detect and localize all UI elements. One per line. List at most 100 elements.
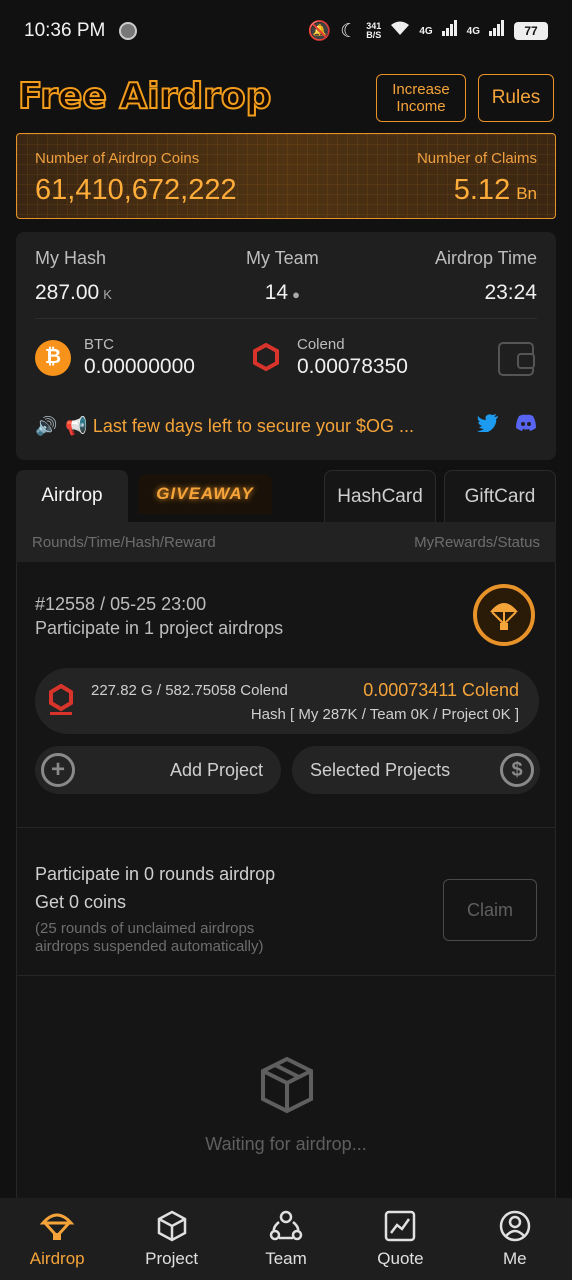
speaker-icon: 🔊 (35, 415, 58, 436)
btc-amount: 0.00000000 (84, 355, 195, 378)
claims-number: 5.12 (453, 174, 511, 206)
project-airdrop-item[interactable]: 227.82 G / 582.75058 Colend 0.00073411 C… (35, 668, 539, 734)
nav-team-label: Team (265, 1249, 307, 1268)
my-team-label: My Team (246, 248, 319, 268)
claim-coins-text: Get 0 coins (35, 892, 127, 912)
rules-button[interactable]: Rules (478, 74, 554, 122)
nav-quote[interactable]: Quote (343, 1198, 457, 1280)
selected-projects-label: Selected Projects (310, 759, 451, 780)
waiting-text: Waiting for airdrop... (205, 1134, 367, 1154)
status-time: 10:36 PM (24, 20, 106, 41)
add-project-button[interactable]: + Add Project (35, 746, 281, 794)
team-icon (269, 1210, 303, 1241)
tab-giveaway[interactable]: GIVEAWAY (138, 474, 272, 514)
coins-value: 61,410,672,222 (35, 174, 237, 206)
colend-name: Colend (297, 336, 345, 353)
profile-icon (499, 1210, 531, 1242)
logo: Free Airdrop (17, 75, 272, 118)
list-header: Rounds/Time/Hash/Reward MyRewards/Status (16, 522, 556, 562)
project-reward: 0.00073411 Colend (363, 680, 519, 700)
airdrop-time-label: Airdrop Time (434, 248, 537, 268)
tab-airdrop[interactable]: Airdrop (16, 470, 128, 522)
nav-airdrop[interactable]: Airdrop (0, 1198, 114, 1280)
my-hash-stat[interactable]: My Hash 287.00 K (35, 248, 112, 305)
btc-name: BTC (84, 336, 114, 353)
colend-balance[interactable]: Colend 0.00078350 (248, 336, 408, 379)
round-participate: Participate in 1 project airdrops (35, 618, 284, 638)
tab-giftcard[interactable]: GiftCard (444, 470, 556, 522)
battery-icon: 77 (514, 22, 548, 40)
add-project-label: Add Project (169, 759, 263, 780)
airdrop-coins-panel: Number of Airdrop Coins Number of Claims… (16, 133, 556, 219)
social-links (477, 414, 537, 438)
colend-logo-icon (248, 340, 284, 376)
my-hash-number: 287.00 (35, 281, 100, 304)
cube-icon (157, 1210, 186, 1242)
increase-income-button[interactable]: Increase Income (376, 74, 466, 122)
bitcoin-icon: ₿ (35, 339, 71, 376)
project-amount: 227.82 G / 582.75058 Colend (91, 682, 288, 699)
announcement-text: 📢 Last few days left to secure your $OG … (65, 415, 414, 436)
moon-icon: ☾ (340, 20, 358, 42)
nav-project[interactable]: Project (114, 1198, 228, 1280)
signal-1: 4G (419, 25, 433, 37)
signal-bars-icon (489, 20, 505, 42)
waiting-area: Waiting for airdrop... (16, 976, 556, 1198)
list-header-right: MyRewards/Status (414, 533, 540, 551)
app-header: Free Airdrop Increase Income Rules (16, 66, 556, 130)
airdrop-time-stat: Airdrop Time 23:24 (435, 248, 537, 305)
my-team-number: 14 (264, 281, 289, 304)
claim-rounds-text: Participate in 0 rounds airdrop (35, 864, 276, 884)
list-header-left: Rounds/Time/Hash/Reward (32, 533, 216, 551)
speed-unit: B/S (366, 30, 382, 40)
my-hash-value: 287.00 K (35, 281, 112, 305)
person-icon: ● (292, 287, 300, 302)
bottom-nav: Airdrop Project Team Quote Me (0, 1198, 572, 1280)
nav-me-label: Me (503, 1249, 527, 1268)
claims-label: Number of Claims (416, 150, 537, 167)
tab-bar: Airdrop GIVEAWAY HashCard GiftCard (16, 470, 556, 522)
parachute-icon (40, 1213, 75, 1240)
selected-projects-button[interactable]: Selected Projects $ (292, 746, 540, 794)
logo-text: Free Airdrop (17, 75, 272, 118)
airdrop-parachute-icon (473, 584, 535, 646)
claim-card: Participate in 0 rounds airdrop Get 0 co… (16, 828, 556, 976)
announcement-bar[interactable]: 🔊 📢 Last few days left to secure your $O… (35, 414, 537, 438)
my-team-stat[interactable]: My Team 14 ● (246, 248, 319, 305)
colend-logo-icon (47, 683, 75, 718)
claim-button[interactable]: Claim (443, 879, 537, 941)
mute-bell-icon: 🔕 (307, 21, 332, 42)
signal-bars-icon (441, 20, 458, 42)
twitter-icon[interactable] (477, 414, 499, 438)
claims-value: 5.12 Bn (454, 174, 537, 207)
network-speed: 341 B/S (366, 22, 381, 40)
wifi-icon (390, 20, 410, 42)
claims-unit: Bn (516, 184, 537, 203)
dollar-circle-icon: $ (500, 753, 534, 787)
nav-quote-label: Quote (377, 1249, 424, 1268)
box-icon (259, 1056, 315, 1114)
notification-avatar-icon (119, 22, 138, 40)
discord-icon[interactable] (515, 414, 537, 438)
nav-team[interactable]: Team (229, 1198, 343, 1280)
status-icons: 🔕 ☾ 341 B/S 4G 4G 77 (308, 19, 548, 43)
chart-icon (385, 1210, 416, 1242)
divider (35, 318, 537, 319)
coins-label: Number of Airdrop Coins (35, 150, 200, 167)
nav-me[interactable]: Me (458, 1198, 572, 1280)
airdrop-time-value: 23:24 (484, 281, 537, 304)
wallet-icon[interactable] (498, 342, 535, 376)
nav-airdrop-label: Airdrop (29, 1249, 85, 1268)
plus-circle-icon: + (41, 753, 75, 787)
btc-balance[interactable]: ₿ BTC 0.00000000 (35, 336, 195, 379)
claim-note: (25 rounds of unclaimed airdrops airdrop… (35, 920, 264, 955)
my-hash-unit: K (103, 287, 112, 302)
nav-project-label: Project (145, 1249, 199, 1268)
my-team-value: 14 ● (246, 281, 319, 305)
my-hash-label: My Hash (35, 248, 107, 268)
colend-amount: 0.00078350 (297, 355, 408, 378)
status-bar: 10:36 PM 🔕 ☾ 341 B/S 4G 4G 77 (0, 0, 572, 62)
stats-card: My Hash 287.00 K My Team 14 ● Airdrop Time… (16, 232, 556, 460)
round-id: #12558 / 05-25 23:00 (35, 594, 207, 614)
tab-hashcard[interactable]: HashCard (324, 470, 436, 522)
